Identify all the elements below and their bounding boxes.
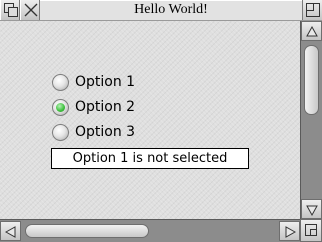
back-icon (4, 3, 18, 17)
scroll-up-button[interactable] (301, 21, 322, 41)
window: Hello World! Option 1 Option 2 Option 3 … (0, 0, 322, 242)
adjust-size-icon (305, 224, 317, 236)
vertical-scroll-thumb[interactable] (304, 45, 319, 115)
radio-option-1[interactable]: Option 1 (52, 72, 135, 92)
radio-option-3[interactable]: Option 3 (52, 122, 135, 142)
scroll-right-button[interactable] (279, 221, 300, 241)
window-title[interactable]: Hello World! (40, 0, 302, 20)
close-button[interactable] (20, 0, 40, 20)
work-area: Option 1 Option 2 Option 3 Option 1 is n… (0, 21, 300, 219)
close-icon (24, 3, 38, 17)
arrow-up-icon (306, 25, 318, 37)
arrow-right-icon (285, 226, 297, 238)
vertical-scrollbar[interactable] (300, 21, 322, 219)
arrow-left-icon (4, 226, 16, 238)
toggle-size-button[interactable] (302, 0, 322, 20)
radio-button-selected[interactable] (52, 98, 69, 116)
adjust-size-button[interactable] (300, 219, 322, 242)
radio-button[interactable] (52, 123, 69, 141)
radio-button[interactable] (52, 73, 69, 91)
status-display: Option 1 is not selected (51, 148, 249, 169)
radio-label[interactable]: Option 1 (75, 74, 135, 90)
back-button[interactable] (0, 0, 20, 20)
radio-option-2[interactable]: Option 2 (52, 97, 135, 117)
arrow-down-icon (306, 205, 318, 217)
radio-label[interactable]: Option 2 (75, 99, 135, 115)
horizontal-scroll-thumb[interactable] (25, 224, 149, 238)
title-bar[interactable]: Hello World! (0, 0, 322, 20)
toggle-size-icon (306, 3, 320, 17)
scroll-down-button[interactable] (301, 199, 322, 219)
radio-label[interactable]: Option 3 (75, 124, 135, 140)
scroll-left-button[interactable] (0, 221, 21, 241)
horizontal-scrollbar[interactable] (0, 219, 300, 242)
